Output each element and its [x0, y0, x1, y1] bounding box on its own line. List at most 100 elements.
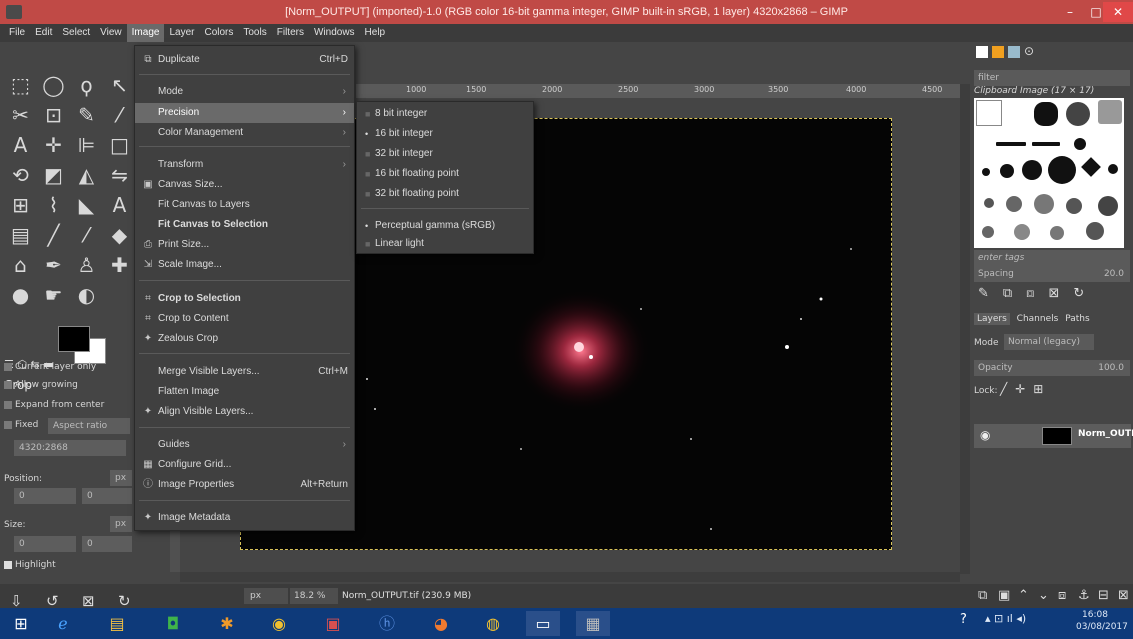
crop-icon[interactable]: □	[103, 130, 136, 160]
foreground-color-swatch[interactable]	[58, 326, 90, 352]
heal-icon[interactable]: ✚	[103, 250, 136, 280]
menu-select[interactable]: Select	[57, 24, 95, 42]
menu-image[interactable]: Image	[126, 24, 165, 42]
precision-32bit-int[interactable]: ■ 32 bit integer	[357, 144, 533, 164]
text-tool-icon[interactable]: A	[103, 190, 136, 220]
gamma-linear[interactable]: ■ Linear light	[357, 234, 533, 254]
clock-date[interactable]: 03/08/2017	[1076, 622, 1128, 632]
duplicate-layer-icon[interactable]: ⧈	[1058, 588, 1066, 603]
unit-dropdown[interactable]: px	[244, 588, 288, 604]
fuzzy-select-icon[interactable]: ↖	[103, 70, 136, 100]
menu-windows[interactable]: Windows	[309, 24, 360, 42]
eraser-icon[interactable]: ◆	[103, 220, 136, 250]
menu-item-fit-canvas-selection[interactable]: Fit Canvas to Selection	[135, 215, 354, 235]
horizontal-scrollbar[interactable]	[180, 572, 960, 582]
start-windows-icon[interactable]: ⊞	[4, 611, 38, 636]
menu-item-color-management[interactable]: Color Management ›	[135, 123, 354, 143]
paths-icon[interactable]: ✎	[70, 100, 103, 130]
align-icon[interactable]: ⊫	[70, 130, 103, 160]
menu-item-precision[interactable]: Precision ›	[135, 103, 354, 123]
layer-row[interactable]: ◉ Norm_OUTPU	[974, 424, 1133, 448]
firefox-icon[interactable]: ◕	[424, 611, 458, 636]
patterns-tab-icon[interactable]	[992, 46, 1004, 58]
gimp-taskbar-icon[interactable]: ▦	[576, 611, 610, 636]
paintbrush-icon[interactable]: ⁄	[70, 220, 103, 250]
document-history-icon[interactable]: ⊙	[1024, 44, 1034, 58]
size-unit-dropdown[interactable]: px	[110, 516, 132, 532]
hp-icon[interactable]: ⓗ	[370, 611, 404, 636]
brush-tags-field[interactable]: enter tags	[974, 250, 1130, 266]
menu-edit[interactable]: Edit	[30, 24, 57, 42]
media-icon[interactable]: ◉	[262, 611, 296, 636]
blur-icon[interactable]: ●	[4, 280, 37, 310]
delete-layer-icon[interactable]: ⊠	[1118, 588, 1129, 603]
help-icon[interactable]: ?	[960, 612, 967, 627]
mode-dropdown[interactable]: Normal (legacy)	[1004, 334, 1094, 350]
zoom-dropdown[interactable]: 18.2 %	[290, 588, 338, 604]
move-icon[interactable]: ✛	[37, 130, 70, 160]
flip-icon[interactable]: ⇋	[103, 160, 136, 190]
menu-file[interactable]: File	[4, 24, 30, 42]
menu-item-print-size[interactable]: ⎙ Print Size...	[135, 235, 354, 255]
current-layer-only-checkbox[interactable]: Current layer only	[4, 362, 96, 372]
menu-item-transform[interactable]: Transform ›	[135, 155, 354, 175]
menu-item-mode[interactable]: Mode ›	[135, 82, 354, 102]
warp-icon[interactable]: ⌇	[37, 190, 70, 220]
position-x-field[interactable]: 0	[14, 488, 76, 504]
smudge-icon[interactable]: ☛	[37, 280, 70, 310]
aspect-ratio-dropdown[interactable]: Aspect ratio	[48, 418, 130, 434]
fixed-checkbox[interactable]: Fixed	[4, 420, 38, 430]
rotate-icon[interactable]: ⟲	[4, 160, 37, 190]
lock-icons[interactable]: ╱✛⊞	[1000, 382, 1051, 396]
app-icon[interactable]: ✱	[210, 611, 244, 636]
brush-actions-icons[interactable]: ✎⧉⧈⊠↻	[978, 286, 1098, 301]
system-tray-icons[interactable]: ▴ ⊡ ıl ◂)	[985, 612, 1026, 625]
menu-item-crop-selection[interactable]: ⌗ Crop to Selection	[135, 289, 354, 309]
chrome-icon[interactable]: ◍	[476, 611, 510, 636]
highlight-checkbox[interactable]: Highlight	[4, 560, 56, 570]
brush-filter-field[interactable]: filter	[974, 70, 1130, 86]
menu-help[interactable]: Help	[360, 24, 391, 42]
allow-growing-checkbox[interactable]: Allow growing	[4, 380, 78, 390]
gradient-icon[interactable]: ▤	[4, 220, 37, 250]
ellipse-select-icon[interactable]: ◯	[37, 70, 70, 100]
menu-item-canvas-size[interactable]: ▣ Canvas Size...	[135, 175, 354, 195]
size-w-field[interactable]: 0	[14, 536, 76, 552]
menu-item-zealous-crop[interactable]: ✦ Zealous Crop	[135, 329, 354, 349]
lower-layer-icon[interactable]: ⌄	[1038, 588, 1049, 603]
expand-from-center-checkbox[interactable]: Expand from center	[4, 400, 104, 410]
position-unit-dropdown[interactable]: px	[110, 470, 132, 486]
new-layer-icon[interactable]: ⧉	[978, 588, 987, 603]
dodge-icon[interactable]: ◐	[70, 280, 103, 310]
menu-tools[interactable]: Tools	[238, 24, 271, 42]
perspective-icon[interactable]: ◭	[70, 160, 103, 190]
eye-icon[interactable]: ◉	[980, 428, 990, 442]
color-picker-icon[interactable]: ⁄	[103, 100, 136, 130]
menu-item-configure-grid[interactable]: ▦ Configure Grid...	[135, 455, 354, 475]
bucket-fill-icon[interactable]: ◣	[70, 190, 103, 220]
menu-item-duplicate[interactable]: ⧉ Duplicate Ctrl+D	[135, 50, 354, 70]
menu-item-align-visible[interactable]: ✦ Align Visible Layers...	[135, 402, 354, 422]
merge-layer-icon[interactable]: ⊟	[1098, 588, 1109, 603]
file-explorer-icon[interactable]: ▤	[100, 611, 134, 636]
spacing-slider[interactable]: Spacing 20.0	[974, 266, 1130, 282]
raise-layer-icon[interactable]: ⌃	[1018, 588, 1029, 603]
tab-channels[interactable]: Channels	[1017, 314, 1059, 324]
horizontal-ruler[interactable]: 1000 1500 2000 2500 3000 3500 4000 4500	[356, 84, 970, 98]
menu-item-merge-visible[interactable]: Merge Visible Layers... Ctrl+M	[135, 362, 354, 382]
text-icon[interactable]: A	[4, 130, 37, 160]
ie-browser-icon[interactable]: ℯ	[46, 611, 80, 636]
menu-filters[interactable]: Filters	[272, 24, 309, 42]
airbrush-icon[interactable]: ⌂	[4, 250, 37, 280]
pencil-icon[interactable]: ╱	[37, 220, 70, 250]
precision-32bit-float[interactable]: ■ 32 bit floating point	[357, 184, 533, 204]
position-y-field[interactable]: 0	[82, 488, 132, 504]
menu-view[interactable]: View	[95, 24, 127, 42]
brushes-tab-icon[interactable]	[976, 46, 988, 58]
layer-group-icon[interactable]: ▣	[998, 588, 1010, 603]
anchor-layer-icon[interactable]: ⚓	[1078, 588, 1090, 603]
precision-8bit-int[interactable]: ■ 8 bit integer	[357, 104, 533, 124]
cage-icon[interactable]: ⊞	[4, 190, 37, 220]
ink-icon[interactable]: ✒	[37, 250, 70, 280]
menu-item-flatten[interactable]: Flatten Image	[135, 382, 354, 402]
